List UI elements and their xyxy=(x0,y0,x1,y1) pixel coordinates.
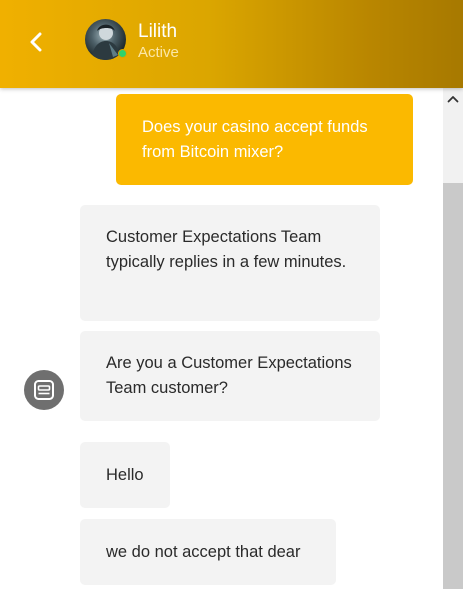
agent-message-bubble: Hello xyxy=(80,442,170,508)
agent-status: Active xyxy=(138,44,179,61)
user-message-bubble: Does your casino accept funds from Bitco… xyxy=(116,94,413,185)
scrollbar-thumb[interactable] xyxy=(443,183,463,589)
message-list: Does your casino accept funds from Bitco… xyxy=(0,88,443,589)
agent-message-bubble: Are you a Customer Expectations Team cus… xyxy=(80,331,380,421)
agent-message-bubble: we do not accept that dear xyxy=(80,519,336,585)
agent-message-bubble: Customer Expectations Team typically rep… xyxy=(80,205,380,321)
chevron-left-icon xyxy=(30,32,42,52)
online-status-dot xyxy=(118,49,127,58)
chevron-up-icon xyxy=(447,96,459,103)
bot-avatar xyxy=(24,370,64,410)
chat-header: Lilith Active xyxy=(0,0,463,88)
agent-name: Lilith xyxy=(138,21,178,42)
scroll-up-button[interactable] xyxy=(443,90,463,108)
chat-bot-icon xyxy=(34,380,54,400)
back-button[interactable] xyxy=(20,26,52,58)
message-scrollbar[interactable] xyxy=(443,88,463,589)
